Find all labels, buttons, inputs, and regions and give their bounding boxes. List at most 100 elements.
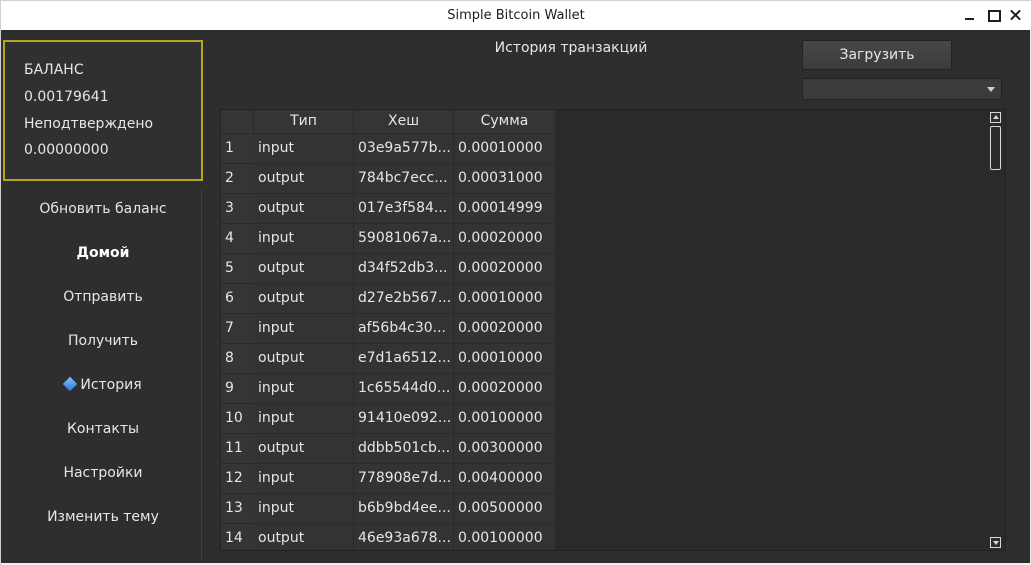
refresh-balance-button[interactable]: Обновить баланс bbox=[3, 194, 203, 224]
sidebar-item-label: Отправить bbox=[63, 289, 143, 305]
column-header-sum[interactable]: Сумма bbox=[454, 110, 556, 133]
row-number[interactable]: 4 bbox=[221, 224, 254, 253]
window-title: Simple Bitcoin Wallet bbox=[447, 8, 585, 23]
cell-hash[interactable]: d27e2b567... bbox=[354, 284, 454, 313]
cell-hash[interactable]: 784bc7ecc... bbox=[354, 164, 454, 193]
cell-type[interactable]: output bbox=[254, 164, 354, 193]
table-row[interactable]: 1 input 03e9a577b... 0.00010000 bbox=[221, 134, 556, 164]
column-header-hash[interactable]: Хеш bbox=[354, 110, 454, 133]
row-number[interactable]: 3 bbox=[221, 194, 254, 223]
cell-type[interactable]: input bbox=[254, 464, 354, 493]
cell-sum[interactable]: 0.00020000 bbox=[454, 254, 556, 283]
scrollbar-thumb[interactable] bbox=[990, 126, 1001, 170]
cell-type[interactable]: input bbox=[254, 314, 354, 343]
cell-type[interactable]: input bbox=[254, 134, 354, 163]
table-row[interactable]: 12 input 778908e7d... 0.00400000 bbox=[221, 464, 556, 494]
row-number[interactable]: 1 bbox=[221, 134, 254, 163]
cell-hash[interactable]: 1c65544d0... bbox=[354, 374, 454, 403]
cell-hash[interactable]: e7d1a6512... bbox=[354, 344, 454, 373]
cell-sum[interactable]: 0.00400000 bbox=[454, 464, 556, 493]
row-number[interactable]: 8 bbox=[221, 344, 254, 373]
cell-hash[interactable]: 59081067a... bbox=[354, 224, 454, 253]
cell-hash[interactable]: 46e93a678... bbox=[354, 524, 454, 550]
row-number[interactable]: 6 bbox=[221, 284, 254, 313]
sidebar: Обновить баланс Домой Отправить Получить… bbox=[3, 188, 203, 560]
close-icon[interactable] bbox=[1008, 7, 1024, 23]
cell-hash[interactable]: 91410e092... bbox=[354, 404, 454, 433]
row-number[interactable]: 10 bbox=[221, 404, 254, 433]
cell-sum[interactable]: 0.00031000 bbox=[454, 164, 556, 193]
sidebar-item-label: Контакты bbox=[66, 421, 140, 437]
cell-sum[interactable]: 0.00010000 bbox=[454, 134, 556, 163]
cell-type[interactable]: input bbox=[254, 404, 354, 433]
maximize-icon[interactable] bbox=[986, 7, 1002, 23]
cell-type[interactable]: input bbox=[254, 224, 354, 253]
balance-label: БАЛАНС bbox=[24, 62, 84, 78]
sidebar-item-change-theme[interactable]: Изменить тему bbox=[3, 502, 203, 532]
cell-sum[interactable]: 0.00020000 bbox=[454, 224, 556, 253]
cell-hash[interactable]: b6b9bd4ee... bbox=[354, 494, 454, 523]
table-row[interactable]: 6 output d27e2b567... 0.00010000 bbox=[221, 284, 556, 314]
sidebar-item-contacts[interactable]: Контакты bbox=[3, 414, 203, 444]
cell-hash[interactable]: 017e3f584... bbox=[354, 194, 454, 223]
cell-type[interactable]: output bbox=[254, 284, 354, 313]
balance-value: 0.00179641 bbox=[24, 89, 109, 105]
table-row[interactable]: 4 input 59081067a... 0.00020000 bbox=[221, 224, 556, 254]
cell-hash[interactable]: ddbb501cb... bbox=[354, 434, 454, 463]
table-row[interactable]: 3 output 017e3f584... 0.00014999 bbox=[221, 194, 556, 224]
table-row[interactable]: 9 input 1c65544d0... 0.00020000 bbox=[221, 374, 556, 404]
row-number[interactable]: 13 bbox=[221, 494, 254, 523]
cell-sum[interactable]: 0.00020000 bbox=[454, 314, 556, 343]
scroll-up-icon[interactable] bbox=[990, 112, 1001, 123]
filter-select[interactable] bbox=[802, 78, 1002, 100]
row-number[interactable]: 12 bbox=[221, 464, 254, 493]
blue-diamond-icon bbox=[63, 376, 78, 392]
cell-sum[interactable]: 0.00300000 bbox=[454, 434, 556, 463]
row-number[interactable]: 11 bbox=[221, 434, 254, 463]
cell-hash[interactable]: 778908e7d... bbox=[354, 464, 454, 493]
table-row[interactable]: 11 output ddbb501cb... 0.00300000 bbox=[221, 434, 556, 464]
sidebar-item-send[interactable]: Отправить bbox=[3, 282, 203, 312]
table-row[interactable]: 14 output 46e93a678... 0.00100000 bbox=[221, 524, 556, 550]
cell-sum[interactable]: 0.00020000 bbox=[454, 374, 556, 403]
cell-sum[interactable]: 0.00014999 bbox=[454, 194, 556, 223]
row-number[interactable]: 2 bbox=[221, 164, 254, 193]
cell-sum[interactable]: 0.00100000 bbox=[454, 404, 556, 433]
cell-hash[interactable]: 03e9a577b... bbox=[354, 134, 454, 163]
cell-sum[interactable]: 0.00010000 bbox=[454, 284, 556, 313]
table-row[interactable]: 2 output 784bc7ecc... 0.00031000 bbox=[221, 164, 556, 194]
table-row[interactable]: 5 output d34f52db3... 0.00020000 bbox=[221, 254, 556, 284]
cell-type[interactable]: output bbox=[254, 254, 354, 283]
sidebar-item-receive[interactable]: Получить bbox=[3, 326, 203, 356]
cell-sum[interactable]: 0.00500000 bbox=[454, 494, 556, 523]
cell-type[interactable]: input bbox=[254, 494, 354, 523]
table-row[interactable]: 10 input 91410e092... 0.00100000 bbox=[221, 404, 556, 434]
load-button[interactable]: Загрузить bbox=[802, 40, 952, 70]
cell-hash[interactable]: d34f52db3... bbox=[354, 254, 454, 283]
table-row[interactable]: 13 input b6b9bd4ee... 0.00500000 bbox=[221, 494, 556, 524]
table-corner[interactable] bbox=[221, 110, 254, 133]
vertical-scrollbar[interactable] bbox=[987, 110, 1005, 550]
row-number[interactable]: 14 bbox=[221, 524, 254, 550]
sidebar-item-settings[interactable]: Настройки bbox=[3, 458, 203, 488]
sidebar-item-home[interactable]: Домой bbox=[3, 238, 203, 268]
cell-sum[interactable]: 0.00010000 bbox=[454, 344, 556, 373]
cell-type[interactable]: output bbox=[254, 524, 354, 550]
table-row[interactable]: 7 input af56b4c30... 0.00020000 bbox=[221, 314, 556, 344]
cell-type[interactable]: input bbox=[254, 374, 354, 403]
cell-type[interactable]: output bbox=[254, 434, 354, 463]
sidebar-item-history[interactable]: История bbox=[3, 370, 203, 400]
column-header-type[interactable]: Тип bbox=[254, 110, 354, 133]
row-number[interactable]: 9 bbox=[221, 374, 254, 403]
cell-hash[interactable]: af56b4c30... bbox=[354, 314, 454, 343]
table-row[interactable]: 8 output e7d1a6512... 0.00010000 bbox=[221, 344, 556, 374]
scroll-down-icon[interactable] bbox=[990, 537, 1001, 548]
minimize-icon[interactable] bbox=[962, 7, 978, 23]
cell-type[interactable]: output bbox=[254, 344, 354, 373]
sidebar-item-label: Домой bbox=[76, 245, 130, 261]
row-number[interactable]: 7 bbox=[221, 314, 254, 343]
row-number[interactable]: 5 bbox=[221, 254, 254, 283]
cell-sum[interactable]: 0.00100000 bbox=[454, 524, 556, 550]
page-title: История транзакций bbox=[494, 40, 648, 56]
cell-type[interactable]: output bbox=[254, 194, 354, 223]
